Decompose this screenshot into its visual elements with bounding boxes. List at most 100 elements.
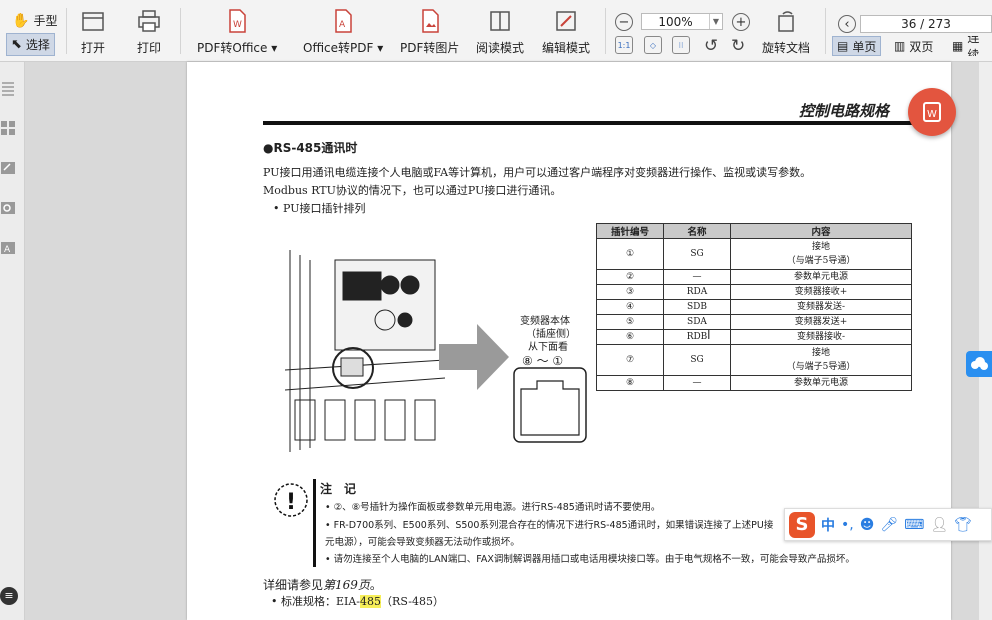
cloud-icon	[971, 357, 988, 370]
hand-tool-label: 手型	[33, 14, 58, 28]
read-mode-label: 阅读模式	[476, 41, 525, 55]
header-rule	[263, 121, 913, 125]
emoji-icon[interactable]: ☻	[860, 517, 875, 533]
pin-table: 插针编号 名称 内容 ① SG 接地 （与端子5导通） ② — 参数单元电源 ③ …	[596, 223, 912, 391]
keyboard-icon[interactable]: ⌨	[904, 517, 924, 533]
office-to-pdf-button[interactable]: A Office转PDF ▾	[303, 8, 383, 56]
zoom-select[interactable]: 100% ▼	[641, 13, 723, 30]
pin-name-cell: —	[663, 375, 731, 391]
rotate-document-label: 旋转文档	[762, 41, 811, 55]
pin-number-cell: ⑤	[596, 314, 664, 330]
inverter-illustration	[285, 250, 445, 452]
left-sidebar: A ≡	[0, 62, 25, 620]
table-row: ② — 参数单元电源	[596, 269, 912, 285]
fit-width-icon[interactable]: ⁝⁝	[672, 36, 690, 54]
continuous-view-button[interactable]: ▦ 连续	[948, 36, 992, 56]
cloud-sync-button[interactable]	[966, 351, 992, 377]
toolbar-divider	[180, 8, 181, 54]
zoom-out-icon[interactable]: −	[615, 13, 633, 31]
note-line-4: • 请勿连接至个人电脑的LAN端口、FAX调制解调器用插口或电话用模块接口等。由…	[325, 554, 855, 565]
floating-convert-button[interactable]: W	[908, 88, 956, 136]
book-icon	[490, 11, 510, 31]
select-tool-label: 选择	[25, 38, 50, 52]
edit-mode-label: 编辑模式	[542, 41, 591, 55]
skin-icon[interactable]: 👕︎	[954, 517, 972, 533]
pin-content-cell: 变频器接收+	[730, 284, 912, 300]
pin-number-cell: ⑦	[596, 344, 664, 376]
menu-icon[interactable]: ≡	[0, 587, 18, 605]
search-highlight: 485	[360, 595, 382, 608]
see-also-link[interactable]: 第169页	[323, 578, 370, 592]
read-mode-button[interactable]: 阅读模式	[476, 8, 524, 56]
section-title: ●RS-485通讯时	[263, 141, 358, 155]
hand-icon: ✋	[12, 12, 30, 29]
see-also-line: 详细请参见第169页。	[263, 576, 382, 593]
pin-number-cell: ⑧	[596, 375, 664, 391]
pdf-to-office-label: PDF转Office ▾	[197, 41, 278, 55]
pin-content-cell: 变频器发送-	[730, 299, 912, 315]
pin-content-cell: 变频器发送+	[730, 314, 912, 330]
standard-suffix: （RS-485）	[381, 595, 444, 608]
svg-text:!: !	[286, 490, 296, 515]
single-page-icon: ▤	[837, 39, 849, 53]
double-page-icon: ▥	[894, 39, 906, 53]
ime-language-toggle[interactable]: 中	[821, 515, 835, 535]
toolbar-divider	[66, 8, 67, 54]
rotate-document-button[interactable]: 旋转文档	[762, 8, 810, 56]
pin-content-line: （与端子5导通）	[786, 256, 856, 266]
microphone-icon[interactable]: 🎤︎	[880, 517, 898, 533]
see-also-suffix: 。	[369, 578, 382, 592]
pdf-to-image-icon	[421, 9, 439, 33]
chevron-down-icon: ▼	[709, 14, 722, 29]
open-button[interactable]: 打开	[80, 8, 106, 56]
figure-label-3: 从下面看	[528, 342, 568, 353]
rotate-left-icon[interactable]: ↺	[704, 36, 718, 56]
table-row: ⑧ — 参数单元电源	[596, 375, 912, 391]
pin-number-cell: ④	[596, 299, 664, 315]
see-also-prefix: 详细请参见	[263, 578, 324, 592]
pin-content-cell: 参数单元电源	[730, 375, 912, 391]
user-icon[interactable]: 👤︎	[930, 517, 948, 533]
previous-page-icon[interactable]: ‹	[838, 15, 856, 33]
print-button[interactable]: 打印	[136, 8, 162, 56]
toolbar-divider	[605, 8, 606, 54]
annotation-icon[interactable]	[0, 160, 16, 176]
print-label: 打印	[136, 41, 161, 55]
pin-content-cell: 变频器接收-	[730, 329, 912, 345]
fit-page-icon[interactable]: ◇	[644, 36, 662, 54]
continuous-page-icon: ▦	[952, 39, 964, 53]
note-line-3: 元电源），可能会导致变频器无法动作或损坏。	[325, 537, 520, 548]
pu-pins-bullet: • PU接口插针排列	[273, 202, 366, 215]
svg-text:A: A	[339, 20, 346, 30]
pdf-to-office-button[interactable]: W PDF转Office ▾	[197, 8, 277, 56]
open-folder-icon	[82, 12, 104, 31]
outline-icon[interactable]	[0, 80, 16, 96]
select-tool-button[interactable]: ⬉ 选择	[6, 33, 55, 56]
table-row: ① SG 接地 （与端子5导通）	[596, 238, 912, 270]
zoom-in-icon[interactable]: +	[732, 13, 750, 31]
pin-name-cell: RDB	[663, 329, 731, 345]
actual-size-icon[interactable]: 1:1	[615, 36, 633, 54]
pin-name-cell: RDA	[663, 284, 731, 300]
ime-punctuation-toggle[interactable]: •,	[841, 517, 854, 533]
page-number-input[interactable]: 36 / 273	[860, 15, 992, 33]
pdf-to-image-button[interactable]: PDF转图片	[400, 8, 459, 56]
text-cursor-icon: I	[707, 328, 711, 342]
hand-tool-button[interactable]: ✋ 手型	[8, 10, 61, 31]
thumbnails-icon[interactable]	[0, 120, 16, 136]
ime-toolbar: S 中 •, ☻ 🎤︎ ⌨ 👤︎ 👕︎	[784, 508, 992, 541]
search-icon[interactable]	[0, 200, 16, 216]
edit-icon	[556, 11, 576, 31]
text-icon[interactable]: A	[0, 240, 16, 256]
single-page-label: 单页	[852, 39, 877, 54]
pin-content-cell: 接地 （与端子5导通）	[730, 238, 912, 270]
sogou-logo-icon[interactable]: S	[789, 511, 815, 538]
edit-mode-button[interactable]: 编辑模式	[542, 8, 590, 56]
pin-content-cell: 参数单元电源	[730, 269, 912, 285]
double-page-view-button[interactable]: ▥ 双页	[890, 36, 937, 56]
single-page-view-button[interactable]: ▤ 单页	[832, 36, 882, 56]
continuous-page-label: 连续	[967, 36, 980, 56]
rotate-right-icon[interactable]: ↻	[731, 36, 745, 56]
rotate-document-icon	[778, 11, 794, 32]
pin-content-cell: 接地 （与端子5导通）	[730, 344, 912, 376]
